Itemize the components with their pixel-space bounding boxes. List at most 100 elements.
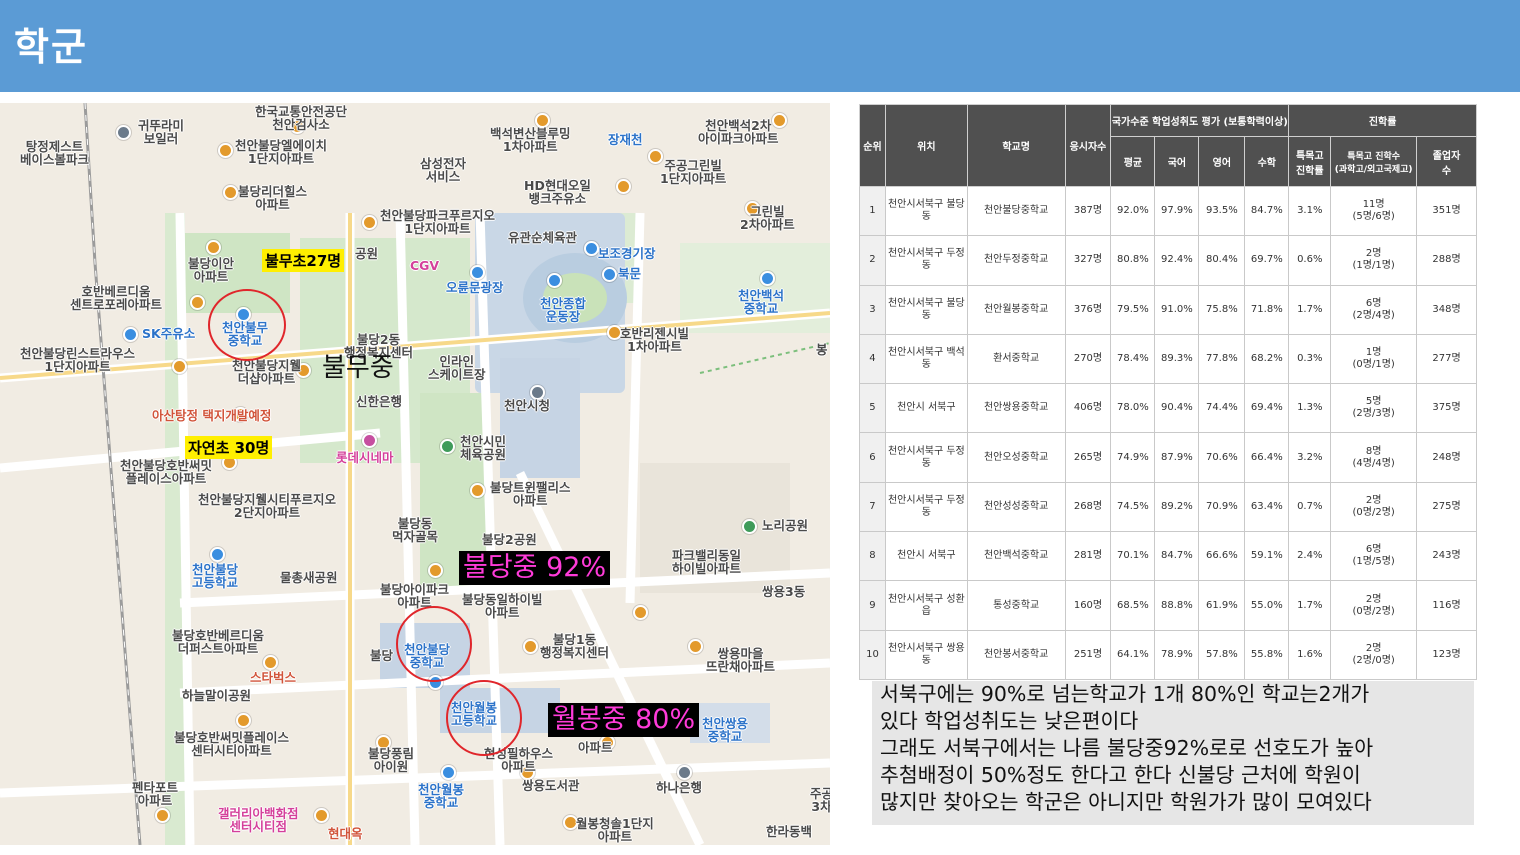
table-cell-english: 77.8% (1198, 333, 1246, 385)
table-cell-rank: 4 (859, 333, 886, 385)
map-label: 신한은행 (356, 394, 403, 409)
map-panel[interactable]: 한국교통안전공단 천안검사소 귀뚜라미 보일러 탕정제스트 베이스볼파크 천안불… (0, 103, 830, 845)
poi-icon (116, 125, 131, 140)
map-label: 유관순체육관 (508, 230, 578, 245)
map-label: 불당리더힐스 아파트 (238, 184, 308, 212)
table-cell-rank: 2 (859, 235, 886, 286)
table-cell-examinees: 406명 (1064, 383, 1112, 434)
table-cell-avg: 70.1% (1110, 531, 1156, 582)
map-label: 호반베르디움 센트로포레아파트 (70, 284, 163, 312)
map-label: 주공 3차 (810, 786, 830, 814)
header-korean: 국어 (1154, 136, 1200, 187)
poi-icon (616, 179, 631, 194)
table-cell-rank: 1 (859, 185, 886, 237)
map-label: 불당호반써밋플레이스 센터시티아파트 (174, 730, 290, 758)
poi-icon (688, 639, 703, 654)
map-label: 천안불당지웰시티푸르지오 2단지아파트 (198, 492, 337, 520)
map-label: 공원 (355, 246, 379, 261)
annotation-jayeon-elementary: 자연초 30명 (185, 436, 273, 459)
header-bar: 학군 (0, 0, 1520, 92)
table-cell-english: 75.8% (1198, 284, 1246, 335)
map-label: 하늘말이공원 (182, 688, 252, 703)
table-cell-special-rate: 0.7% (1288, 481, 1332, 533)
table-cell-math: 68.2% (1244, 333, 1290, 385)
highlight-circle-buldang (396, 606, 472, 682)
map-label: 롯데시네마 (336, 450, 394, 465)
table-cell-graduates: 116명 (1416, 580, 1477, 631)
map-label: 천안시청 (504, 398, 551, 413)
note-line: 있다 학업성취도는 낮은편이다 (880, 709, 1139, 733)
table-cell-avg: 79.5% (1110, 284, 1156, 335)
table-cell-location: 천안시서북구 불당동 (884, 185, 968, 237)
table-row: 2 천안시서북구 두정동 천안두정중학교 327명 80.8% 92.4% 80.4% 69.… (859, 235, 1477, 286)
map-label: 불당1동 행정복지센터 (540, 632, 610, 660)
map-label: 불당2공원 (482, 532, 537, 547)
table-cell-graduates: 275명 (1416, 481, 1477, 533)
header-achievement: 국가수준 학업성취도 평가 (보통학력이상) (1110, 104, 1290, 137)
table-cell-special-rate: 0.6% (1288, 235, 1332, 286)
map-label: 천안백석 중학교 (738, 288, 785, 316)
table-cell-korean: 90.4% (1154, 383, 1200, 434)
poi-icon (677, 765, 692, 780)
map-label: 노리공원 (762, 518, 809, 533)
table-cell-korean: 88.8% (1154, 580, 1200, 631)
map-label: 천안불당엘에이치 1단지아파트 (235, 138, 328, 166)
map-label: 펜타포트 아파트 (132, 780, 179, 808)
table-cell-math: 69.7% (1244, 235, 1290, 286)
table-cell-school: 천안불당중학교 (966, 185, 1066, 237)
table-cell-examinees: 251명 (1064, 629, 1112, 680)
poi-icon (470, 265, 485, 280)
poi-icon (210, 547, 225, 562)
table-cell-avg: 74.5% (1110, 481, 1156, 533)
map-label: 불당동 먹자골목 (392, 516, 439, 544)
poi-icon (428, 563, 443, 578)
table-row: 9 천안시서북구 성환읍 통성중학교 160명 68.5% 88.8% 61.9% 55.0%… (859, 580, 1477, 631)
table-cell-rank: 9 (859, 580, 886, 631)
highlight-circle-wolbong (446, 680, 522, 756)
map-label: CGV (410, 258, 440, 273)
table-cell-avg: 92.0% (1110, 185, 1156, 237)
poi-icon (223, 185, 238, 200)
poi-icon (206, 240, 221, 255)
table-cell-korean: 89.3% (1154, 333, 1200, 385)
table-cell-special-rate: 1.3% (1288, 383, 1332, 434)
table-cell-school: 천안쌍용중학교 (966, 383, 1066, 434)
map-label: 천안불당파크푸르지오 1단지아파트 (380, 208, 496, 236)
map-label: HD현대오일 뱅크주유소 (524, 178, 591, 206)
map-label: 한라동백 (766, 824, 813, 839)
table-cell-special-count: 2명 (0명/2명) (1330, 481, 1418, 533)
map-label: 탕정제스트 베이스볼파크 (20, 139, 90, 167)
table-cell-avg: 78.0% (1110, 383, 1156, 434)
table-cell-location: 천안시서북구 두정동 (884, 235, 968, 286)
poi-icon (441, 765, 456, 780)
table-cell-english: 80.4% (1198, 235, 1246, 286)
table-cell-avg: 78.4% (1110, 333, 1156, 385)
map-label: 천안백석2차 아이파크아파트 (698, 118, 779, 146)
table-cell-school: 통성중학교 (966, 580, 1066, 631)
table-cell-location: 천안시서북구 두정동 (884, 432, 968, 483)
map-label: 불당이안 아파트 (188, 256, 235, 284)
table-cell-math: 84.7% (1244, 185, 1290, 237)
table-row: 7 천안시서북구 두정동 천안성성중학교 268명 74.5% 89.2% 70.9% 63.… (859, 481, 1477, 533)
table-cell-special-rate: 1.7% (1288, 580, 1332, 631)
poi-icon (362, 433, 377, 448)
table-cell-avg: 80.8% (1110, 235, 1156, 286)
table-row: 1 천안시서북구 불당동 천안불당중학교 387명 92.0% 97.9% 93.5% 84.… (859, 185, 1477, 237)
table-cell-english: 74.4% (1198, 383, 1246, 434)
table-cell-special-count: 5명 (2명/3명) (1330, 383, 1418, 434)
table-cell-examinees: 265명 (1064, 432, 1112, 483)
table-row: 6 천안시서북구 두정동 천안오성중학교 265명 74.9% 87.9% 70.6% 66.… (859, 432, 1477, 483)
poi-icon (470, 483, 485, 498)
map-label: 불당풍림 아이원 (368, 746, 415, 774)
poi-icon (584, 241, 599, 256)
table-cell-english: 66.6% (1198, 531, 1246, 582)
table-cell-examinees: 376명 (1064, 284, 1112, 335)
poi-icon (362, 215, 377, 230)
table-cell-special-rate: 2.4% (1288, 531, 1332, 582)
map-label: 천안불당린스트라우스 1단지아파트 (20, 346, 136, 374)
table-cell-school: 천안월봉중학교 (966, 284, 1066, 335)
poi-icon (263, 655, 278, 670)
table-cell-examinees: 268명 (1064, 481, 1112, 533)
map-label: 갤러리아백화점 센터시티점 (218, 806, 299, 834)
table-cell-location: 천안시서북구 두정동 (884, 481, 968, 533)
